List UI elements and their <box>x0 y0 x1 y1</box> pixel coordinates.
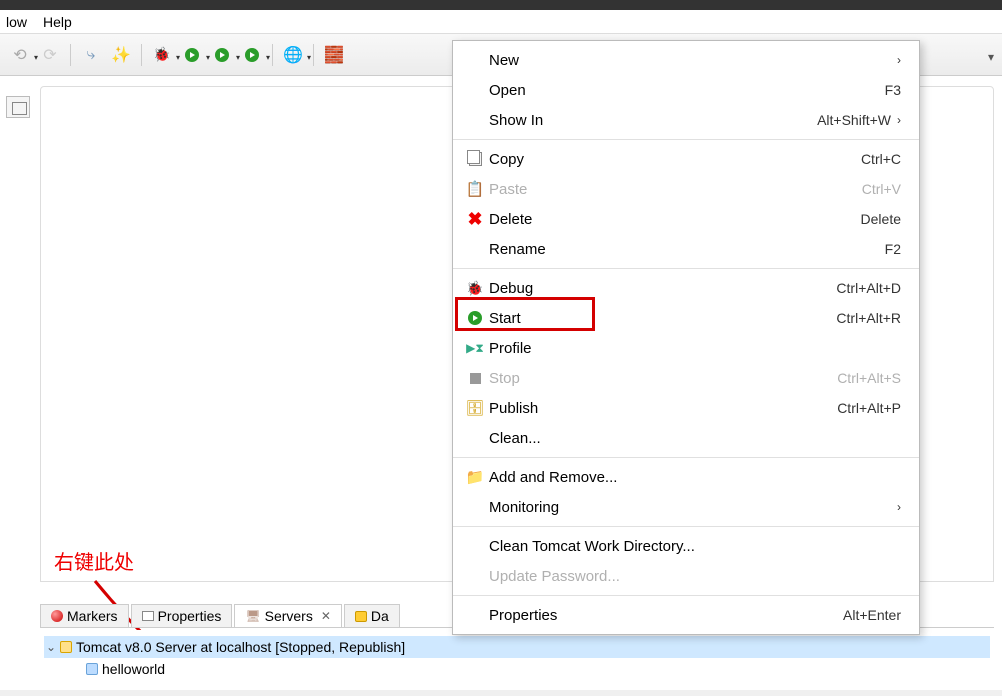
window-titlebar <box>0 0 1002 10</box>
toolbar-separator <box>70 44 71 66</box>
menu-item-start[interactable]: Start Ctrl+Alt+R <box>453 303 919 333</box>
close-icon[interactable]: ✕ <box>321 609 331 623</box>
menu-item-debug[interactable]: 🐞 Debug Ctrl+Alt+D <box>453 273 919 303</box>
menu-separator <box>453 457 919 458</box>
servers-icon: 🖥 <box>245 609 260 623</box>
tab-label: Da <box>371 608 389 624</box>
toolbar-skip-icon[interactable]: ⤷ <box>77 41 105 69</box>
toolbar-undo-icon[interactable]: ⟲▾ <box>6 41 34 69</box>
toolbar-separator <box>141 44 142 66</box>
menu-item-paste: 📋 Paste Ctrl+V <box>453 174 919 204</box>
menu-item-properties[interactable]: Properties Alt+Enter <box>453 600 919 630</box>
server-tree-child[interactable]: helloworld <box>44 658 990 680</box>
annotation-label: 右键此处 <box>54 546 134 575</box>
server-context-menu: New › Open F3 Show In Alt+Shift+W › Copy… <box>452 40 920 635</box>
chevron-right-icon: › <box>897 500 901 514</box>
servers-panel: ⌄ Tomcat v8.0 Server at localhost [Stopp… <box>40 630 994 690</box>
menu-item-clean[interactable]: Clean... <box>453 423 919 453</box>
toolbar-debug-icon[interactable]: 🐞▾ <box>148 41 176 69</box>
menu-item-new[interactable]: New › <box>453 45 919 75</box>
server-label: Tomcat v8.0 Server at localhost [Stopped… <box>76 639 405 655</box>
bug-icon: 🐞 <box>461 280 489 297</box>
menu-item-publish[interactable]: 🗄 Publish Ctrl+Alt+P <box>453 393 919 423</box>
toolbar-run-icon[interactable]: ▾ <box>178 41 206 69</box>
toolbar-separator <box>272 44 273 66</box>
menu-item-copy[interactable]: Copy Ctrl+C <box>453 144 919 174</box>
add-remove-icon: 📁 <box>461 468 489 486</box>
toolbar-redo-icon[interactable]: ⟳ <box>36 41 64 69</box>
properties-icon <box>142 611 154 621</box>
chevron-down-icon[interactable]: ⌄ <box>44 640 58 654</box>
toolbar-separator <box>313 44 314 66</box>
module-icon <box>86 663 98 675</box>
stop-icon <box>461 373 489 384</box>
paste-icon: 📋 <box>461 180 489 198</box>
tab-label: Properties <box>158 608 222 624</box>
tab-label: Markers <box>67 608 118 624</box>
toolbar-wand-icon[interactable]: ✨ <box>107 41 135 69</box>
toolbar-overflow-chevron-icon[interactable]: ▾ <box>988 50 994 64</box>
server-tree-root[interactable]: ⌄ Tomcat v8.0 Server at localhost [Stopp… <box>44 636 990 658</box>
menu-separator <box>453 139 919 140</box>
tab-servers[interactable]: 🖥 Servers ✕ <box>234 604 342 627</box>
chevron-right-icon: › <box>897 53 901 67</box>
toolbar-run-ext1-icon[interactable]: ▾ <box>208 41 236 69</box>
play-icon <box>461 311 489 325</box>
menu-item-stop: Stop Ctrl+Alt+S <box>453 363 919 393</box>
menubar[interactable]: low Help <box>0 10 1002 34</box>
menu-item-rename[interactable]: Rename F2 <box>453 234 919 264</box>
data-icon <box>355 611 367 622</box>
menu-separator <box>453 526 919 527</box>
menu-item-monitoring[interactable]: Monitoring › <box>453 492 919 522</box>
toolbar-build-icon[interactable]: 🧱 <box>320 41 348 69</box>
tab-label: Servers <box>265 608 313 624</box>
tab-markers[interactable]: Markers <box>40 604 129 627</box>
profile-icon: ▶⧗ <box>461 341 489 356</box>
tab-data[interactable]: Da <box>344 604 400 627</box>
delete-icon: ✖ <box>461 209 489 230</box>
chevron-right-icon: › <box>897 113 901 127</box>
copy-icon <box>461 152 489 166</box>
toolbar-browser-icon[interactable]: 🌐▾ <box>279 41 307 69</box>
folded-view-icon[interactable] <box>6 96 30 118</box>
publish-icon: 🗄 <box>461 399 489 417</box>
toolbar-run-ext2-icon[interactable]: ▾ <box>238 41 266 69</box>
menu-item-open[interactable]: Open F3 <box>453 75 919 105</box>
menu-help[interactable]: Help <box>43 14 72 30</box>
menu-item-delete[interactable]: ✖ Delete Delete <box>453 204 919 234</box>
menu-item-show-in[interactable]: Show In Alt+Shift+W › <box>453 105 919 135</box>
menu-low[interactable]: low <box>6 14 27 30</box>
menu-item-add-remove[interactable]: 📁 Add and Remove... <box>453 462 919 492</box>
tab-properties[interactable]: Properties <box>131 604 233 627</box>
menu-item-update-password: Update Password... <box>453 561 919 591</box>
server-icon <box>60 641 72 653</box>
module-label: helloworld <box>102 661 165 677</box>
menu-separator <box>453 268 919 269</box>
menu-separator <box>453 595 919 596</box>
menu-item-profile[interactable]: ▶⧗ Profile <box>453 333 919 363</box>
marker-icon <box>51 610 63 622</box>
menu-item-clean-tomcat[interactable]: Clean Tomcat Work Directory... <box>453 531 919 561</box>
